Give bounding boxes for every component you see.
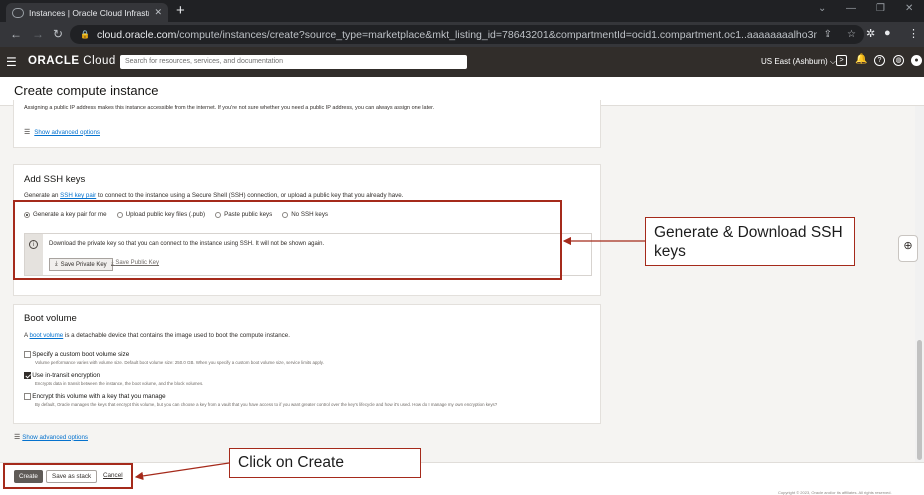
callout-arrows bbox=[134, 236, 645, 481]
create-arrow bbox=[134, 462, 230, 481]
